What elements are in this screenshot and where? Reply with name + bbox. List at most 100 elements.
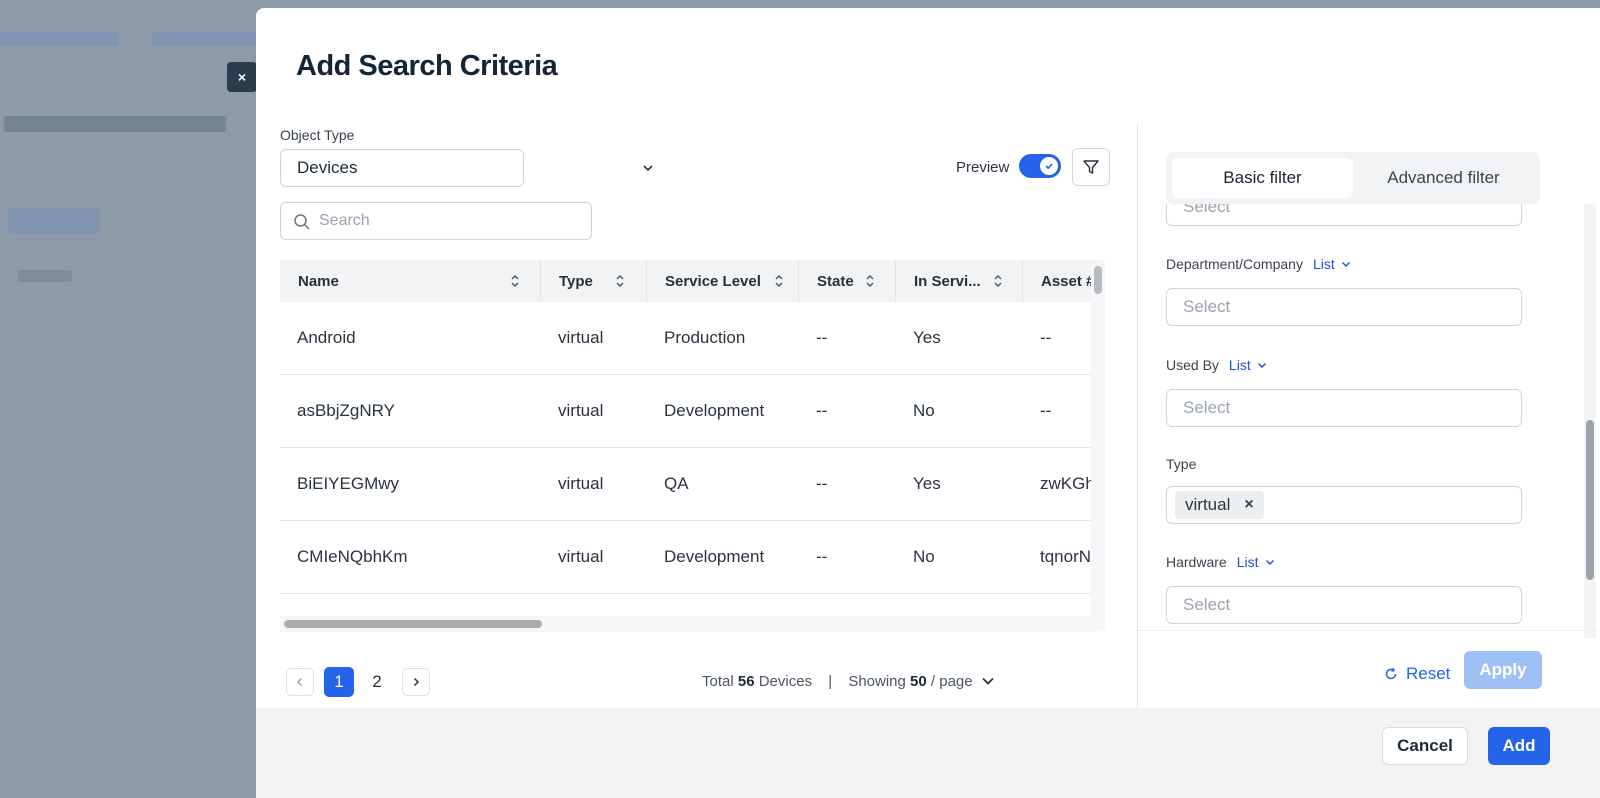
- separator: |: [828, 673, 833, 690]
- filter-field-label: Used By List: [1166, 357, 1267, 373]
- table-row[interactable]: asBbjZgNRY virtual Development -- No --: [280, 375, 1096, 448]
- tab-basic-filter[interactable]: Basic filter: [1172, 158, 1353, 198]
- chevron-left-icon: [296, 677, 303, 687]
- sort-icon[interactable]: [510, 273, 520, 289]
- scrollbar-thumb[interactable]: [284, 620, 542, 628]
- page-2-button[interactable]: 2: [362, 667, 392, 697]
- prev-page-button[interactable]: [286, 668, 314, 696]
- pane-divider: [1137, 123, 1138, 723]
- devices-table: Name Type Service Level State In Servi..…: [280, 260, 1097, 630]
- next-page-button[interactable]: [402, 668, 430, 696]
- hardware-select[interactable]: Select: [1166, 586, 1522, 624]
- background-close-button[interactable]: ×: [227, 62, 257, 92]
- search-icon: [294, 214, 310, 230]
- modal-title: Add Search Criteria: [296, 50, 558, 82]
- cell-state: --: [816, 401, 828, 420]
- cancel-button[interactable]: Cancel: [1382, 727, 1468, 765]
- chevron-down-icon: [1265, 560, 1274, 565]
- column-header-service-level[interactable]: Service Level: [647, 260, 799, 302]
- sort-icon[interactable]: [865, 273, 875, 289]
- chip-label: virtual: [1185, 495, 1231, 514]
- column-header-in-service[interactable]: In Servi...: [896, 260, 1023, 302]
- cell-service-level: Production: [664, 328, 746, 347]
- cell-name: Android: [297, 328, 356, 347]
- table-vertical-scrollbar[interactable]: [1091, 260, 1105, 630]
- object-type-value: Devices: [297, 158, 358, 177]
- cell-in-service: No: [913, 401, 935, 420]
- background-page-title: [4, 116, 226, 132]
- preview-label: Preview: [956, 159, 1010, 176]
- search-input[interactable]: Search: [280, 202, 592, 240]
- filter-button[interactable]: [1072, 148, 1110, 186]
- column-header-state[interactable]: State: [799, 260, 896, 302]
- list-link[interactable]: List: [1237, 554, 1275, 570]
- sort-icon[interactable]: [615, 273, 625, 289]
- scrollbar-thumb[interactable]: [1586, 420, 1594, 580]
- toggle-knob: [1040, 157, 1058, 175]
- tab-advanced-filter[interactable]: Advanced filter: [1353, 158, 1534, 198]
- page-size-suffix: / page: [930, 673, 973, 690]
- filter-tabs: Basic filter Advanced filter: [1166, 152, 1540, 204]
- preview-toggle[interactable]: [1019, 154, 1061, 178]
- background-item: [18, 270, 72, 282]
- page-size-value[interactable]: 50: [910, 673, 927, 690]
- filter-panel-scrollbar[interactable]: [1584, 204, 1596, 638]
- reset-button[interactable]: Reset: [1384, 664, 1450, 684]
- filter-icon: [1083, 160, 1099, 174]
- table-horizontal-scrollbar[interactable]: [280, 616, 1097, 632]
- cell-type: virtual: [558, 474, 604, 493]
- list-link[interactable]: List: [1229, 357, 1267, 373]
- table-row[interactable]: CMIeNQbhKm virtual Development -- No tqn…: [280, 521, 1096, 594]
- filter-field-label: Department/Company List: [1166, 256, 1351, 272]
- sort-icon[interactable]: [774, 273, 784, 289]
- pagination-info: Total 56 Devices | Showing 50 / page: [702, 673, 995, 690]
- cell-in-service: Yes: [913, 328, 941, 347]
- add-search-criteria-modal: Add Search Criteria Object Type Devices …: [256, 8, 1600, 798]
- cell-service-level: Development: [664, 401, 765, 420]
- cell-state: --: [816, 474, 828, 493]
- cell-in-service: Yes: [913, 474, 941, 493]
- object-type-label: Object Type: [280, 127, 355, 143]
- table-row[interactable]: BiEIYEGMwy virtual QA -- Yes zwKGh: [280, 448, 1096, 521]
- cell-service-level: Development: [664, 547, 765, 566]
- cell-asset: tqnorN: [1040, 547, 1092, 566]
- column-header-type[interactable]: Type: [541, 260, 647, 302]
- type-select[interactable]: virtual ×: [1166, 486, 1522, 524]
- cell-asset: zwKGh: [1040, 474, 1095, 493]
- cell-type: virtual: [558, 328, 604, 347]
- total-count: 56: [737, 673, 755, 690]
- apply-button[interactable]: Apply: [1464, 651, 1542, 689]
- filter-field-label: Hardware List: [1166, 554, 1275, 570]
- chevron-down-icon: [1257, 363, 1266, 368]
- cell-name: BiEIYEGMwy: [297, 474, 400, 493]
- select-field[interactable]: Select: [1166, 204, 1522, 226]
- chevron-down-icon[interactable]: [643, 163, 653, 173]
- total-suffix: Devices: [758, 673, 813, 690]
- cell-type: virtual: [558, 547, 604, 566]
- cell-asset: --: [1040, 328, 1052, 347]
- remove-chip-icon[interactable]: ×: [1244, 496, 1253, 514]
- search-placeholder: Search: [319, 212, 370, 229]
- sort-icon[interactable]: [993, 273, 1003, 289]
- cell-name: CMIeNQbhKm: [297, 547, 408, 566]
- chevron-down-icon: [1341, 262, 1350, 267]
- column-header-asset[interactable]: Asset #: [1023, 260, 1096, 302]
- object-type-select[interactable]: Devices: [280, 149, 524, 187]
- add-button[interactable]: Add: [1488, 727, 1550, 765]
- chevron-down-icon[interactable]: [981, 674, 995, 688]
- cell-service-level: QA: [664, 474, 689, 493]
- list-link[interactable]: List: [1313, 256, 1351, 272]
- department-company-select[interactable]: Select: [1166, 288, 1522, 326]
- total-prefix: Total: [702, 673, 734, 690]
- chevron-right-icon: [413, 677, 420, 687]
- table-header: Name Type Service Level State In Servi..…: [280, 260, 1096, 302]
- scrollbar-thumb[interactable]: [1094, 266, 1102, 294]
- background-nav-link: [0, 32, 118, 46]
- cell-type: virtual: [558, 401, 604, 420]
- page-1-button[interactable]: 1: [324, 667, 354, 697]
- used-by-select[interactable]: Select: [1166, 389, 1522, 427]
- reset-icon: [1385, 667, 1397, 680]
- table-row[interactable]: Android virtual Production -- Yes --: [280, 302, 1096, 375]
- cell-state: --: [816, 547, 828, 566]
- column-header-name[interactable]: Name: [280, 260, 541, 302]
